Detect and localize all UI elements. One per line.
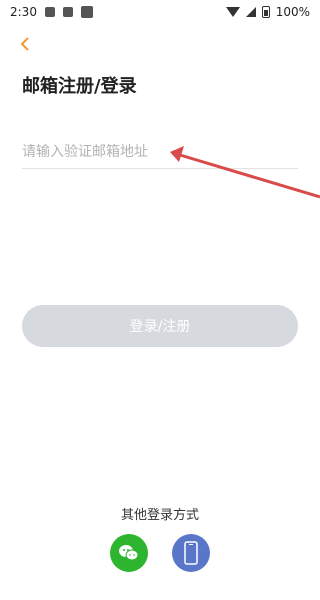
email-field[interactable] (22, 136, 298, 169)
other-login-title: 其他登录方式 (120, 508, 199, 523)
wechat-login-button[interactable] (110, 534, 148, 572)
page-title: 邮箱注册/登录 (22, 76, 137, 97)
wechat-icon (119, 545, 139, 561)
wifi-icon (225, 7, 240, 17)
phone-login-button[interactable] (172, 534, 210, 572)
font-notification-icon (62, 7, 73, 17)
chevron-left-icon (20, 37, 29, 51)
status-right: 100% (225, 5, 310, 19)
phone-icon (184, 541, 198, 565)
battery-icon (261, 6, 270, 18)
status-time: 2:30 (10, 5, 37, 19)
other-login-icons (0, 534, 320, 572)
app-notification-icon (80, 6, 93, 18)
battery-percent: 100% (275, 5, 310, 19)
status-bar: 2:30 100% (0, 0, 320, 24)
signal-icon (245, 7, 256, 17)
image-notification-icon (44, 7, 55, 17)
login-register-button[interactable]: 登录/注册 (22, 305, 298, 347)
back-button[interactable] (14, 32, 38, 56)
status-left: 2:30 (10, 5, 93, 19)
